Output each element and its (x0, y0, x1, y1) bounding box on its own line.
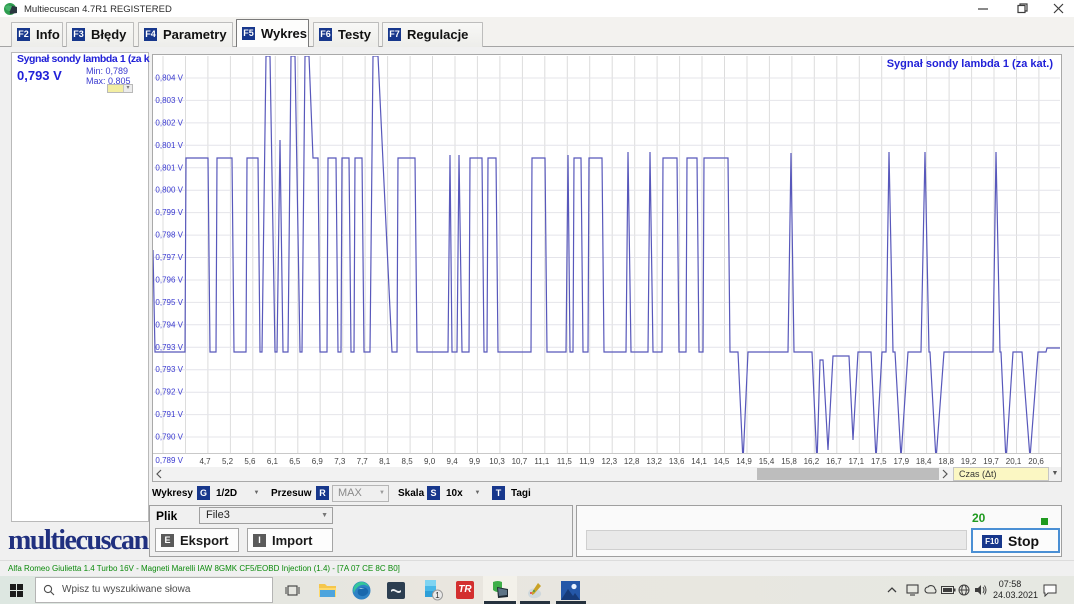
svg-text:0,801 V: 0,801 V (155, 141, 183, 150)
svg-text:0,801 V: 0,801 V (155, 163, 183, 172)
svg-text:0,803 V: 0,803 V (155, 96, 183, 105)
svg-text:14,1: 14,1 (691, 457, 707, 466)
svg-text:0,799 V: 0,799 V (155, 208, 183, 217)
svg-text:11,1: 11,1 (534, 457, 550, 466)
svg-text:8,5: 8,5 (402, 457, 414, 466)
svg-text:12,3: 12,3 (602, 457, 618, 466)
svg-text:19,7: 19,7 (983, 457, 999, 466)
svg-text:7,7: 7,7 (357, 457, 369, 466)
svg-text:6,9: 6,9 (312, 457, 324, 466)
svg-text:8,1: 8,1 (379, 457, 391, 466)
svg-text:0,793 V: 0,793 V (155, 343, 183, 352)
svg-text:17,5: 17,5 (871, 457, 887, 466)
svg-text:16,2: 16,2 (804, 457, 820, 466)
svg-text:0,797 V: 0,797 V (155, 253, 183, 262)
svg-text:5,6: 5,6 (244, 457, 256, 466)
svg-text:18,8: 18,8 (938, 457, 954, 466)
svg-text:0,789 V: 0,789 V (155, 456, 183, 465)
svg-text:4,7: 4,7 (199, 457, 211, 466)
svg-text:1: 1 (435, 591, 440, 600)
svg-text:9,4: 9,4 (447, 457, 459, 466)
svg-text:10,7: 10,7 (512, 457, 528, 466)
svg-text:9,9: 9,9 (469, 457, 481, 466)
svg-text:6,5: 6,5 (289, 457, 301, 466)
svg-text:11,9: 11,9 (579, 457, 595, 466)
svg-text:0,796 V: 0,796 V (155, 276, 183, 285)
svg-text:16,7: 16,7 (826, 457, 842, 466)
svg-text:0,802 V: 0,802 V (155, 118, 183, 127)
svg-text:14,9: 14,9 (736, 457, 752, 466)
svg-text:13,6: 13,6 (669, 457, 685, 466)
svg-text:5,2: 5,2 (222, 457, 234, 466)
svg-text:6,1: 6,1 (267, 457, 279, 466)
svg-text:0,792 V: 0,792 V (155, 388, 183, 397)
svg-text:0,804 V: 0,804 V (155, 74, 183, 83)
svg-text:11,5: 11,5 (557, 457, 573, 466)
svg-text:0,791 V: 0,791 V (155, 410, 183, 419)
svg-text:0,793 V: 0,793 V (155, 365, 183, 374)
svg-text:17,1: 17,1 (849, 457, 865, 466)
svg-text:14,5: 14,5 (714, 457, 730, 466)
svg-text:15,8: 15,8 (781, 457, 797, 466)
svg-text:0,794 V: 0,794 V (155, 320, 183, 329)
svg-text:13,2: 13,2 (646, 457, 662, 466)
svg-text:19,2: 19,2 (961, 457, 977, 466)
svg-text:20,6: 20,6 (1028, 457, 1044, 466)
svg-text:0,790 V: 0,790 V (155, 433, 183, 442)
svg-text:Sygnał sondy lambda 1 (za kat.: Sygnał sondy lambda 1 (za kat.) (887, 58, 1054, 70)
svg-text:15,4: 15,4 (759, 457, 775, 466)
svg-text:0,795 V: 0,795 V (155, 298, 183, 307)
svg-text:0,800 V: 0,800 V (155, 186, 183, 195)
svg-text:18,4: 18,4 (916, 457, 932, 466)
svg-text:20,1: 20,1 (1006, 457, 1022, 466)
svg-text:7,3: 7,3 (334, 457, 346, 466)
svg-text:0,798 V: 0,798 V (155, 231, 183, 240)
svg-text:12,8: 12,8 (624, 457, 640, 466)
svg-text:10,3: 10,3 (489, 457, 505, 466)
svg-text:9,0: 9,0 (424, 457, 436, 466)
svg-text:17,9: 17,9 (894, 457, 910, 466)
